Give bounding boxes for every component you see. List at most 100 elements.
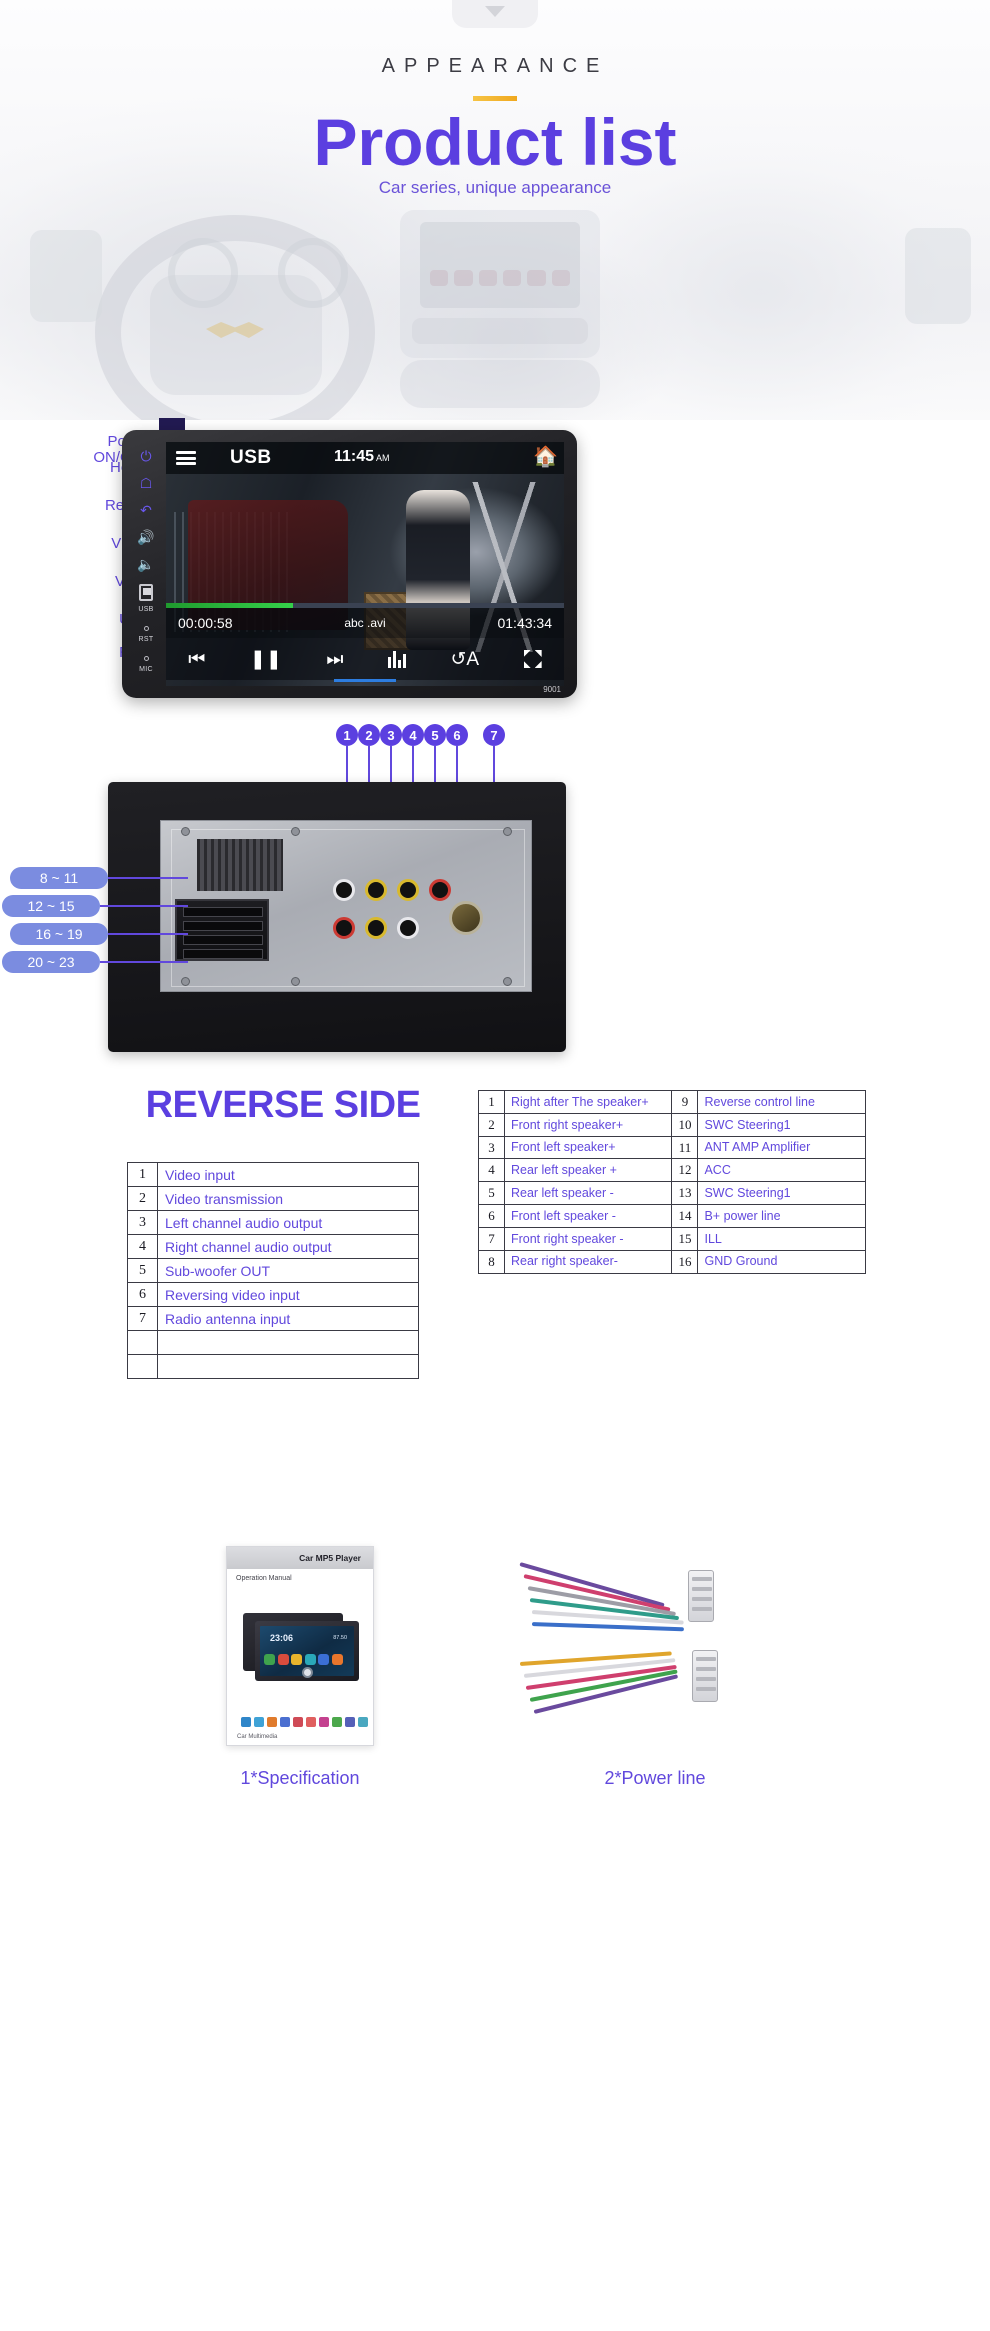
rca-jack-4 xyxy=(429,879,451,901)
page-title: Product list xyxy=(313,105,677,179)
row-number: 5 xyxy=(478,1181,505,1206)
wire xyxy=(531,1622,684,1631)
console-controls-graphic xyxy=(412,318,588,344)
usb-port-label: USB xyxy=(138,606,154,613)
callout-badge-1: 1 xyxy=(336,724,358,746)
device-touchscreen[interactable]: USB 11:45 AM 🏠 00:00:58 abc .avi 01:43:34… xyxy=(166,442,564,686)
row-desc: Reversing video input xyxy=(157,1282,419,1307)
callout-badge-3: 3 xyxy=(380,724,402,746)
row-desc2: ANT AMP Amplifier xyxy=(697,1135,866,1160)
row-desc: Rear left speaker + xyxy=(503,1158,673,1183)
row-desc2: SWC Steering1 xyxy=(697,1112,866,1137)
hero-kicker: APPEARANCE xyxy=(381,55,609,77)
table-row: 8 Rear right speaker- 16 GND Ground xyxy=(478,1249,866,1274)
callout-line-16-19 xyxy=(108,933,188,935)
row-number: 8 xyxy=(478,1249,505,1274)
pause-button[interactable]: ❚❚ xyxy=(250,650,282,669)
screen-status-bar: USB 11:45 AM 🏠 xyxy=(166,442,564,474)
total-time: 01:43:34 xyxy=(497,615,552,631)
table-row: 3 Left channel audio output xyxy=(127,1210,419,1235)
scroll-hint-chevron-icon xyxy=(452,0,538,28)
row-desc2: ACC xyxy=(697,1158,866,1183)
table-row: 6 Front left speaker - 14 B+ power line xyxy=(478,1204,866,1228)
row-number: 2 xyxy=(127,1186,158,1211)
home-icon[interactable]: ☖ xyxy=(140,476,153,490)
row-number2: 14 xyxy=(671,1204,699,1228)
rca-jack-5 xyxy=(333,917,355,939)
row-number: 7 xyxy=(478,1226,505,1251)
row-number2: 13 xyxy=(671,1181,699,1206)
manual-device-knob-icon xyxy=(302,1667,313,1678)
rear-panel-section: 1 2 3 4 5 6 7 8 ~ 11 12 ~ 15 16 ~ 19 20 … xyxy=(0,720,990,1080)
manual-screen-radio: 87.50 xyxy=(333,1635,347,1641)
fullscreen-button[interactable] xyxy=(523,650,542,668)
screw-icon xyxy=(181,827,190,836)
hero-banner: APPEARANCE Product list Car series, uniq… xyxy=(0,0,990,420)
device-button-column: ⏻ ☖ ↶ 🔊 🔈 USB RST MIC xyxy=(131,442,161,686)
wiring-tables-section: REVERSE SIDE 1 Video input 2 Video transmi… xyxy=(0,1080,990,1500)
clock-meridiem: AM xyxy=(376,453,390,463)
manual-cover-subtitle: Operation Manual xyxy=(236,1575,292,1582)
manual-screen-apps xyxy=(264,1654,343,1665)
table-row: 5 Sub-woofer OUT xyxy=(127,1258,419,1283)
hero-subtitle: Car series, unique appearance xyxy=(378,178,612,197)
model-number-label: 9001 xyxy=(543,685,561,694)
callout-badge-20-23: 20 ~ 23 xyxy=(2,951,100,973)
mic-label: MIC xyxy=(139,666,153,673)
row-number2: 12 xyxy=(671,1158,699,1183)
row-desc: Right channel audio output xyxy=(157,1234,419,1259)
file-name: abc .avi xyxy=(344,616,386,630)
next-track-button[interactable]: ⏭ xyxy=(326,650,343,669)
screw-icon xyxy=(291,827,300,836)
row-number2: 16 xyxy=(671,1249,699,1274)
row-desc: Rear left speaker - xyxy=(503,1181,673,1206)
row-desc2: GND Ground xyxy=(697,1249,866,1274)
rca-jack-1 xyxy=(333,879,355,901)
table-row: 7 Front right speaker - 15 ILL xyxy=(478,1226,866,1251)
home-screen-icon[interactable]: 🏠 xyxy=(533,447,558,467)
gauge-left-graphic xyxy=(168,238,238,308)
equalizer-button[interactable] xyxy=(387,650,406,668)
row-number: 2 xyxy=(478,1112,505,1137)
row-number2: 11 xyxy=(671,1135,699,1160)
row-desc: Left channel audio output xyxy=(157,1210,419,1235)
table-row xyxy=(127,1354,419,1379)
row-desc: Video input xyxy=(157,1162,419,1187)
row-desc: Rear right speaker- xyxy=(503,1249,673,1274)
callout-badge-7: 7 xyxy=(483,724,505,746)
row-number xyxy=(127,1330,158,1355)
menu-list-icon[interactable] xyxy=(176,451,196,465)
power-icon[interactable]: ⏻ xyxy=(140,449,151,463)
callout-badge-12-15: 12 ~ 15 xyxy=(2,895,100,917)
manual-device-screen: 23:06 87.50 xyxy=(260,1626,354,1678)
callout-badge-5: 5 xyxy=(424,724,446,746)
table-row: 4 Rear left speaker + 12 ACC xyxy=(478,1158,866,1183)
row-number xyxy=(127,1354,158,1379)
row-number: 6 xyxy=(127,1282,158,1307)
row-desc: Radio antenna input xyxy=(157,1306,419,1331)
row-desc2: ILL xyxy=(697,1226,866,1251)
usb-icon[interactable] xyxy=(139,584,153,601)
manual-device-front: 23:06 87.50 xyxy=(255,1621,359,1681)
callout-badge-6: 6 xyxy=(446,724,468,746)
table-row: 4 Right channel audio output xyxy=(127,1234,419,1259)
harness-wiring-table: 1 Right after The speaker+ 9 Reverse con… xyxy=(478,1090,866,1274)
screw-icon xyxy=(503,977,512,986)
active-tab-indicator xyxy=(334,679,396,682)
volume-down-icon[interactable]: 🔈 xyxy=(137,557,154,571)
manual-screen-clock: 23:06 xyxy=(270,1633,294,1643)
console-climate-graphic xyxy=(400,360,600,408)
row-number: 4 xyxy=(478,1158,505,1183)
row-desc2: Reverse control line xyxy=(697,1090,866,1114)
row-desc: Front right speaker+ xyxy=(503,1112,673,1137)
power-line-harness-image xyxy=(519,1554,750,1734)
table-row xyxy=(127,1330,419,1355)
row-desc: Sub-woofer OUT xyxy=(157,1258,419,1283)
previous-track-button[interactable]: ⏮ xyxy=(188,650,205,669)
reset-icon[interactable] xyxy=(143,626,149,631)
repeat-ab-button[interactable]: ↺A xyxy=(451,650,480,669)
row-number: 5 xyxy=(127,1258,158,1283)
volume-up-icon[interactable]: 🔊 xyxy=(137,530,154,544)
heatsink-graphic xyxy=(197,839,283,891)
return-icon[interactable]: ↶ xyxy=(140,503,152,517)
